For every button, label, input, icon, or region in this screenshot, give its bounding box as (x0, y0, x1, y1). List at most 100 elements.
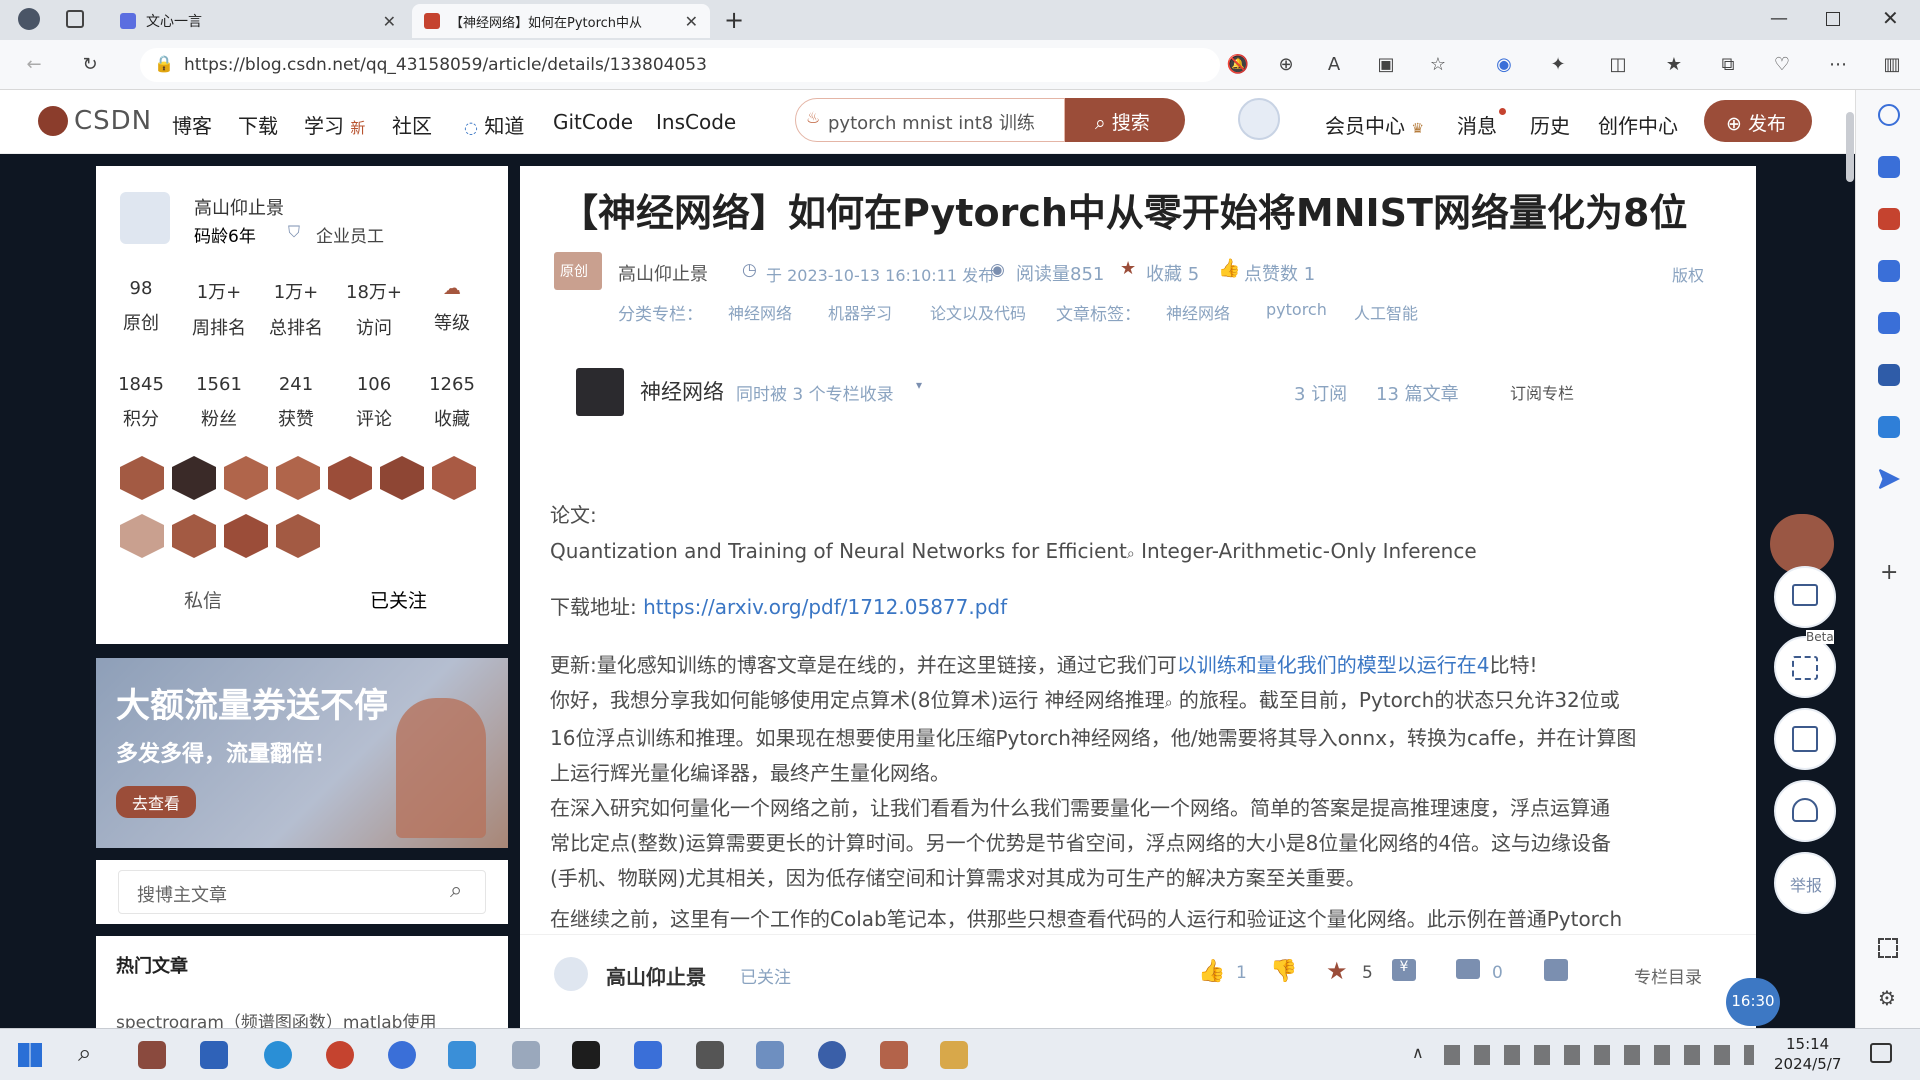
bottom-author-name[interactable]: 高山仰止景 (606, 961, 706, 990)
ad-button[interactable]: 去查看 (116, 786, 197, 818)
bottom-followed[interactable]: 已关注 (740, 963, 791, 988)
share-icon[interactable] (1544, 959, 1568, 981)
photos-icon[interactable] (756, 1041, 784, 1069)
stat-visits[interactable]: 18万+ 访问 (339, 278, 409, 340)
back-icon[interactable]: ← (22, 53, 46, 77)
category-tag[interactable]: 神经网络 (728, 300, 792, 324)
stat-favorites[interactable]: 1265 收藏 (417, 374, 487, 431)
achievement-badge-icon[interactable] (276, 514, 320, 558)
tab-actions-icon[interactable] (66, 10, 84, 28)
split-screen-icon[interactable]: ◫ (1606, 53, 1630, 77)
send-icon[interactable] (1878, 468, 1900, 490)
screenshot-icon[interactable] (1878, 938, 1898, 958)
achievement-badge-icon[interactable] (172, 456, 216, 500)
clock-time[interactable]: 15:14 (1786, 1035, 1829, 1053)
tab-csdn-article[interactable]: 【神经网络】如何在Pytorch中从 ✕ (412, 4, 710, 38)
profile-icon[interactable] (18, 8, 40, 30)
stat-original[interactable]: 98 原创 (106, 278, 176, 335)
calculator-icon[interactable] (696, 1041, 724, 1069)
outlook-icon[interactable] (1878, 416, 1900, 438)
followed-button[interactable]: 已关注 (370, 586, 427, 613)
cloud-app-icon[interactable] (512, 1041, 540, 1069)
achievement-badge-icon[interactable] (328, 456, 372, 500)
favorite-star-icon[interactable]: ☆ (1426, 53, 1450, 77)
favorite-count[interactable]: 收藏 5 (1146, 260, 1199, 286)
office-icon[interactable] (1878, 364, 1900, 386)
column-name[interactable]: 神经网络 (640, 376, 724, 406)
subscribe-column-button[interactable]: 订阅专栏 (1510, 380, 1574, 404)
nav-zhidao[interactable]: ◌ 知道 (464, 110, 524, 139)
favorites-bar-icon[interactable]: ★ (1662, 53, 1686, 77)
games-icon[interactable] (1878, 312, 1900, 334)
achievement-badge-icon[interactable] (120, 514, 164, 558)
bottom-author-avatar[interactable] (554, 957, 588, 991)
download-link[interactable]: https://arxiv.org/pdf/1712.05877.pdf (643, 595, 1007, 619)
file-explorer-icon[interactable] (940, 1041, 968, 1069)
collections-icon[interactable]: ⧉ (1716, 53, 1740, 77)
achievement-badge-icon[interactable] (224, 456, 268, 500)
achievement-badge-icon[interactable] (276, 456, 320, 500)
nav-gitcode[interactable]: GitCode (553, 110, 633, 134)
achievement-badge-icon[interactable] (224, 514, 268, 558)
search-input[interactable]: pytorch mnist int8 训练 (795, 98, 1065, 142)
search-icon[interactable]: ⌕ (78, 1039, 91, 1067)
clock-date[interactable]: 2024/5/7 (1774, 1055, 1841, 1073)
mascot-avatar[interactable] (1238, 98, 1280, 140)
windows-start-icon[interactable] (18, 1043, 42, 1067)
pycharm-icon[interactable] (572, 1041, 600, 1069)
like-icon[interactable]: 👍 (1198, 959, 1225, 984)
url-field[interactable]: 🔒 https://blog.csdn.net/qq_43158059/arti… (140, 48, 1220, 82)
stat-week-rank[interactable]: 1万+ 周排名 (184, 278, 254, 340)
nav-blog[interactable]: 博客 (172, 110, 212, 139)
page-scrollbar[interactable] (1846, 112, 1854, 182)
write-note-float[interactable] (1774, 708, 1836, 770)
article-tag[interactable]: 人工智能 (1354, 300, 1418, 324)
stat-likes[interactable]: 241 获赞 (261, 374, 331, 431)
article-tag[interactable]: pytorch (1266, 300, 1327, 319)
star-icon[interactable]: ★ (1326, 957, 1348, 985)
publish-button[interactable]: ⊕ 发布 (1704, 100, 1812, 142)
private-message-button[interactable]: 私信 (184, 586, 222, 613)
blog-search-input[interactable]: 搜博主文章 (118, 870, 486, 914)
settings-gear-icon[interactable]: ⚙ (1878, 986, 1896, 1010)
close-tab-icon[interactable]: ✕ (383, 12, 396, 31)
like-count[interactable]: 点赞数 1 (1244, 260, 1315, 286)
zoom-icon[interactable]: ⊕ (1274, 53, 1298, 77)
github-badge-icon[interactable] (432, 456, 476, 500)
media-player-icon[interactable] (880, 1041, 908, 1069)
achievement-badge-icon[interactable] (120, 456, 164, 500)
chat-icon[interactable] (388, 1041, 416, 1069)
nav-vip-center[interactable]: 会员中心 ♛ (1325, 110, 1424, 139)
close-tab-icon[interactable]: ✕ (685, 12, 698, 31)
network-app-icon[interactable] (818, 1041, 846, 1069)
data-chart-float[interactable] (1774, 566, 1836, 628)
browser-essentials-icon[interactable]: ♡ (1770, 53, 1794, 77)
search-icon[interactable]: ⌕ (1165, 695, 1173, 711)
copilot-icon[interactable]: ◉ (1492, 53, 1516, 77)
maximize-icon[interactable] (1826, 12, 1840, 26)
ai-assistant-float[interactable]: Beta (1774, 630, 1836, 698)
dislike-icon[interactable]: 👎 (1270, 959, 1297, 984)
read-aloud-icon[interactable]: A (1322, 53, 1346, 77)
article-tag[interactable]: 神经网络 (1166, 300, 1230, 324)
chrome-icon[interactable] (326, 1041, 354, 1069)
stat-level[interactable]: ☁ 等级 (417, 278, 487, 335)
author-name[interactable]: 高山仰止景 (194, 194, 284, 220)
category-tag[interactable]: 论文以及代码 (930, 300, 1026, 324)
ad-banner[interactable]: 大额流量券送不停 多发多得，流量翻倍！ 去查看 (96, 658, 508, 848)
add-icon[interactable]: + (1880, 560, 1898, 585)
tray-chevron-icon[interactable]: ∧ (1412, 1043, 1424, 1062)
column-toc-button[interactable]: 专栏目录 (1634, 963, 1702, 988)
report-float[interactable]: 举报 (1774, 852, 1836, 914)
column-collected[interactable]: 同时被 3 个专栏收录 (736, 380, 894, 405)
copyright-link[interactable]: 版权 (1672, 262, 1704, 286)
tray-icons[interactable] (1444, 1045, 1754, 1065)
search-icon[interactable]: ⌕ (450, 878, 462, 903)
article-author[interactable]: 高山仰止景 (618, 260, 708, 286)
nav-creator-center[interactable]: 创作中心 (1598, 110, 1678, 139)
nav-messages[interactable]: 消息 (1457, 110, 1497, 139)
search-button[interactable]: ⌕ 搜索 (1065, 98, 1185, 142)
column-cover[interactable] (576, 368, 624, 416)
csdn-logo[interactable]: CSDN (38, 106, 152, 136)
mascot-helper[interactable] (1770, 514, 1834, 574)
